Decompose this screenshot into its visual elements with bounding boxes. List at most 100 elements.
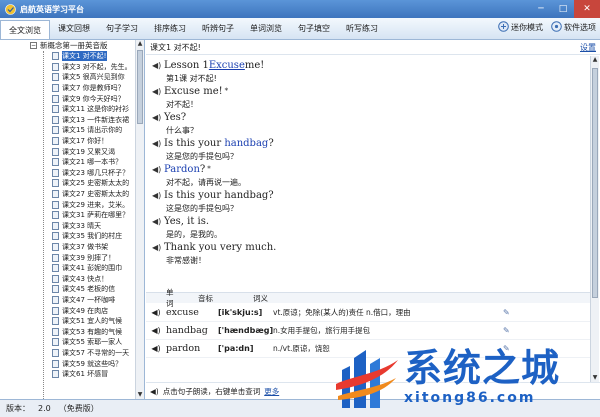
- tree-scrollbar[interactable]: ▲ ▼: [135, 40, 144, 399]
- tab-word-browse[interactable]: 单词浏览: [242, 18, 290, 39]
- speaker-icon[interactable]: ◀): [146, 308, 166, 317]
- speaker-icon[interactable]: ◀): [152, 87, 164, 96]
- lesson-title-line[interactable]: ◀) Lesson 1 Excuse me!: [152, 58, 582, 72]
- toolbar: 全文浏览 课文回想 句子学习 排序练习 听辨句子 单词浏览 句子填空 听写练习 …: [0, 18, 600, 40]
- tab-dictation[interactable]: 听写练习: [338, 18, 386, 39]
- scroll-thumb[interactable]: [137, 50, 143, 124]
- tree-item-label: 课文11 这是你的衬衫: [62, 105, 130, 114]
- tree-item[interactable]: 课文19 又累又渴: [0, 146, 135, 157]
- tree-item-label: 课文59 就这些吗？: [62, 359, 123, 368]
- sentence-line[interactable]: ◀) Pardon ? *: [152, 162, 582, 176]
- vocab-row[interactable]: ◀) excuse [ik'skju:s] vt.原谅；免除(某人的)责任 n.…: [146, 304, 590, 322]
- speaker-icon[interactable]: ◀): [152, 243, 164, 252]
- speaker-icon[interactable]: ◀): [152, 113, 164, 122]
- tree-item[interactable]: 课文21 哪一本书？: [0, 157, 135, 168]
- tree-item[interactable]: 课文55 索耶一家人: [0, 337, 135, 348]
- tree-item[interactable]: 课文61 坏感冒: [0, 369, 135, 380]
- edition-label: （免费版）: [58, 404, 99, 413]
- tree-item[interactable]: 课文23 哪几只杯子？: [0, 168, 135, 179]
- tree-item-label: 课文51 宜人的气候: [62, 317, 123, 326]
- tree-item[interactable]: 课文9 你今天好吗？: [0, 93, 135, 104]
- tree-item[interactable]: 课文43 快点！: [0, 273, 135, 284]
- speaker-icon[interactable]: ◀): [152, 139, 164, 148]
- tree-item[interactable]: 课文45 老板的信: [0, 284, 135, 295]
- tree-item[interactable]: 课文49 在肉店: [0, 305, 135, 316]
- sentence-en-word[interactable]: Pardon: [164, 164, 200, 175]
- document-icon: [52, 190, 59, 199]
- tree-item[interactable]: 课文13 一件新连衣裙: [0, 115, 135, 126]
- document-icon: [52, 317, 59, 326]
- tree-item[interactable]: 课文7 你是教师吗？: [0, 83, 135, 94]
- settings-link[interactable]: 设置: [580, 42, 596, 53]
- edit-icon[interactable]: ✎: [503, 308, 517, 317]
- sentence-line[interactable]: ◀) Thank you very much.: [152, 240, 582, 254]
- tree-item[interactable]: 课文3 对不起，先生。: [0, 62, 135, 73]
- restore-button[interactable]: □: [552, 0, 574, 18]
- scroll-thumb[interactable]: [592, 68, 598, 298]
- tree-item[interactable]: 课文35 我们的村庄: [0, 231, 135, 242]
- close-button[interactable]: ✕: [574, 0, 600, 18]
- document-icon: [52, 338, 59, 347]
- hint-more-link[interactable]: 更多: [264, 386, 279, 397]
- tree-item[interactable]: 课文27 史密斯太太的: [0, 189, 135, 200]
- tree-item[interactable]: 课文5 很高兴见到你: [0, 72, 135, 83]
- minimize-button[interactable]: ─: [530, 0, 552, 18]
- window-title: 启航英语学习平台: [20, 4, 84, 14]
- tree-item[interactable]: 课文51 宜人的气候: [0, 316, 135, 327]
- tree-item[interactable]: 课文39 别摔了！: [0, 252, 135, 263]
- hint-text: 点击句子朗读，右键单击查词: [162, 386, 261, 396]
- tab-listening[interactable]: 听辨句子: [194, 18, 242, 39]
- tree-item[interactable]: 课文47 一杯咖啡: [0, 295, 135, 306]
- tree-item[interactable]: 课文15 请出示你的: [0, 125, 135, 136]
- tree-item-label: 课文47 一杯咖啡: [62, 295, 116, 304]
- tree-item[interactable]: 课文57 不寻常的一天: [0, 348, 135, 359]
- sentence-en: Yes, it is.: [164, 215, 210, 227]
- speaker-icon[interactable]: ◀): [146, 344, 166, 353]
- tab-fill-blank[interactable]: 句子填空: [290, 18, 338, 39]
- tree-item[interactable]: 课文11 这是你的衬衫: [0, 104, 135, 115]
- sentence-line[interactable]: ◀) Yes, it is.: [152, 214, 582, 228]
- software-options-button[interactable]: 软件选项: [551, 21, 596, 34]
- speaker-icon[interactable]: ◀): [152, 191, 164, 200]
- tab-full-text[interactable]: 全文浏览: [0, 20, 50, 39]
- tree-item[interactable]: 课文31 萨莉在哪里？: [0, 210, 135, 221]
- tab-sentence-study[interactable]: 句子学习: [98, 18, 146, 39]
- sentence-line[interactable]: ◀) Is this your handbag?: [152, 188, 582, 202]
- speaker-icon[interactable]: ◀): [152, 217, 164, 226]
- vocab-word: excuse: [166, 307, 199, 318]
- sentence-en-word[interactable]: handbag: [224, 138, 268, 149]
- document-icon: [52, 370, 59, 379]
- tree-root[interactable]: − 新概念第一册英音版: [0, 40, 135, 51]
- mini-mode-button[interactable]: 迷你模式: [498, 21, 543, 34]
- speaker-icon[interactable]: ◀): [152, 61, 164, 70]
- sentence-cn: 这是您的手提包吗？: [166, 151, 238, 161]
- scroll-up-arrow[interactable]: ▲: [591, 56, 599, 64]
- scroll-down-arrow[interactable]: ▼: [136, 391, 144, 399]
- tree-item[interactable]: 课文29 进来，艾米。: [0, 199, 135, 210]
- tab-text-recall[interactable]: 课文回想: [50, 18, 98, 39]
- tree-item[interactable]: 课文53 有趣的气候: [0, 326, 135, 337]
- version-number: 2.0: [38, 404, 51, 413]
- edit-icon[interactable]: ✎: [503, 326, 517, 335]
- speaker-icon[interactable]: ◀): [146, 326, 166, 335]
- lesson-title-word[interactable]: Excuse: [209, 60, 245, 71]
- tree-item[interactable]: 课文25 史密斯太太的: [0, 178, 135, 189]
- scroll-up-arrow[interactable]: ▲: [136, 40, 144, 48]
- tree-item[interactable]: 课文59 就这些吗？: [0, 358, 135, 369]
- tree-collapse-icon[interactable]: −: [30, 42, 37, 49]
- tree-item[interactable]: 课文37 做书架: [0, 242, 135, 253]
- sentence-line[interactable]: ◀) Excuse me! *: [152, 84, 582, 98]
- tree-item-label: 课文21 哪一本书？: [62, 158, 123, 167]
- sentence-line[interactable]: ◀) Yes?: [152, 110, 582, 124]
- sentence-line[interactable]: ◀) Is this your handbag ?: [152, 136, 582, 150]
- vocab-def: n.女用手提包，旅行用手提包: [273, 326, 371, 335]
- tree-item-label: 课文13 一件新连衣裙: [62, 115, 130, 124]
- tree-item[interactable]: 课文33 晴天: [0, 221, 135, 232]
- tree-item[interactable]: 课文1 对不起!: [0, 51, 135, 62]
- speaker-icon[interactable]: ◀): [152, 165, 164, 174]
- tree-item-label: 课文55 索耶一家人: [62, 338, 123, 347]
- content-scrollbar[interactable]: ▲ ▼: [590, 56, 599, 382]
- tab-ordering[interactable]: 排序练习: [146, 18, 194, 39]
- tree-item[interactable]: 课文41 彭妮的围巾: [0, 263, 135, 274]
- tree-item[interactable]: 课文17 你好！: [0, 136, 135, 147]
